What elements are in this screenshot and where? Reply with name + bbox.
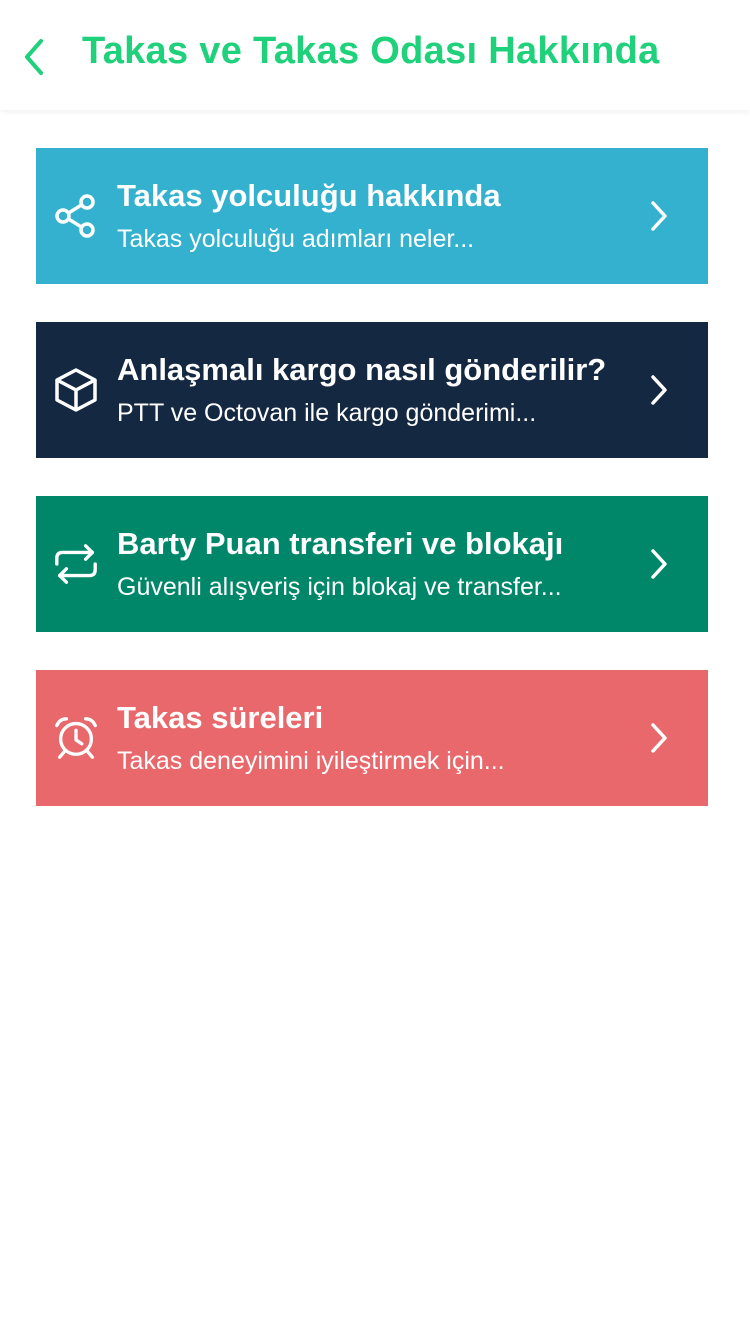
box-icon [52,366,100,414]
card-title: Takas süreleri [117,700,324,735]
page-title: Takas ve Takas Odası Hakkında [82,30,660,72]
alarm-clock-icon [52,714,100,762]
card-subtitle: Güvenli alışveriş için blokaj ve transfe… [117,573,562,601]
card-subtitle: PTT ve Octovan ile kargo gönderimi... [117,399,537,427]
chevron-right-icon [646,546,672,582]
chevron-right-icon [646,372,672,408]
repeat-icon [52,540,100,588]
chevron-right-icon [646,720,672,756]
card-title: Anlaşmalı kargo nasıl gönderilir? [117,352,607,387]
chevron-left-icon [25,39,43,75]
card-title: Takas yolculuğu hakkında [117,178,501,213]
back-button[interactable] [14,33,54,81]
card-title: Barty Puan transferi ve blokajı [117,526,564,561]
card-takas-yolculugu[interactable]: Takas yolculuğu hakkında Takas yolculuğu… [36,148,708,284]
info-list: Takas yolculuğu hakkında Takas yolculuğu… [36,148,708,844]
card-takas-sureleri[interactable]: Takas süreleri Takas deneyimini iyileşti… [36,670,708,806]
card-subtitle: Takas deneyimini iyileştirmek için... [117,747,505,775]
share-icon [52,192,100,240]
card-subtitle: Takas yolculuğu adımları neler... [117,225,475,253]
card-barty-puan[interactable]: Barty Puan transferi ve blokajı Güvenli … [36,496,708,632]
chevron-right-icon [646,198,672,234]
card-anlasmali-kargo[interactable]: Anlaşmalı kargo nasıl gönderilir? PTT ve… [36,322,708,458]
top-bar: Takas ve Takas Odası Hakkında [0,0,750,110]
